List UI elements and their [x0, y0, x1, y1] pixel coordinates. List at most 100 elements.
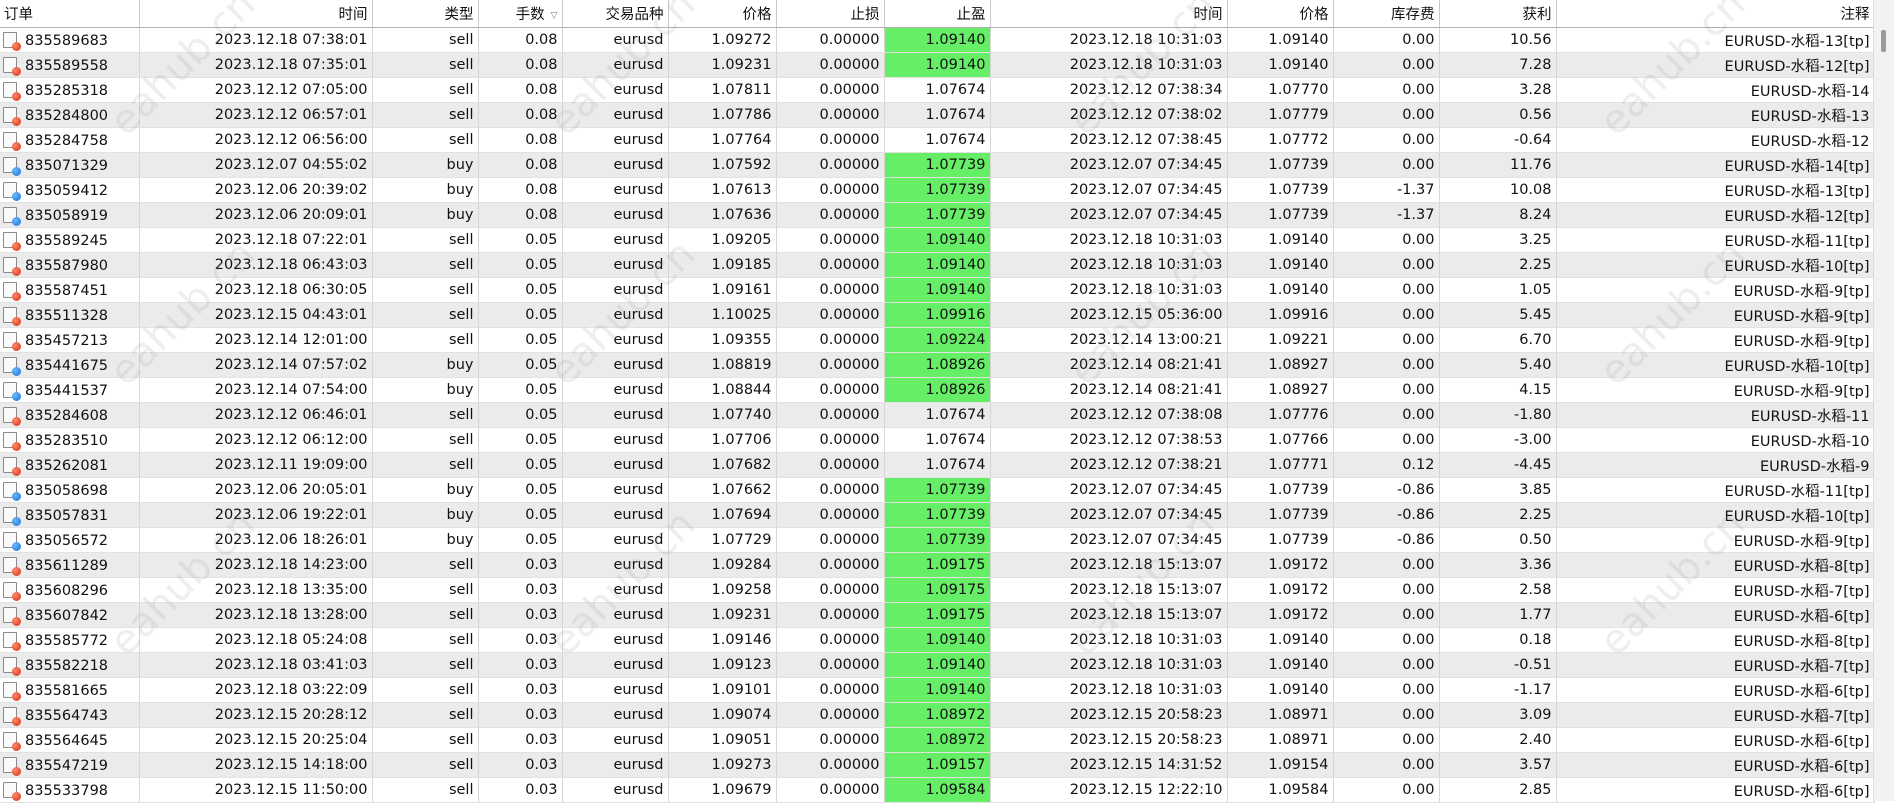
swap-cell: 0.00 — [1333, 52, 1440, 78]
type-cell: sell — [372, 227, 479, 253]
order-number: 835284800 — [25, 107, 109, 124]
open-time-cell: 2023.12.06 20:39:02 — [139, 177, 373, 203]
close-price-cell: 1.07776 — [1227, 402, 1334, 428]
column-header-type[interactable]: 类型 — [372, 0, 479, 28]
order-cell: 835056572 — [0, 527, 140, 553]
column-header-close-price[interactable]: 价格 — [1227, 0, 1334, 28]
table-row[interactable]: 835607842 2023.12.18 13:28:00 sell 0.03 euru… — [0, 602, 1875, 628]
symbol-cell: eurusd — [562, 752, 669, 778]
open-price-cell: 1.07729 — [668, 527, 777, 553]
take-profit-cell: 1.07739 — [884, 152, 991, 178]
take-profit-cell: 1.09584 — [884, 777, 991, 803]
table-row[interactable]: 835058919 2023.12.06 20:09:01 buy 0.08 eurus… — [0, 202, 1875, 228]
table-row[interactable]: 835611289 2023.12.18 14:23:00 sell 0.03 euru… — [0, 552, 1875, 578]
table-row[interactable]: 835059412 2023.12.06 20:39:02 buy 0.08 eurus… — [0, 177, 1875, 203]
comment-cell: EURUSD-水稻-9[tp] — [1556, 327, 1875, 353]
stop-loss-cell: 0.00000 — [776, 777, 885, 803]
sell-order-icon — [3, 656, 21, 676]
lots-cell: 0.05 — [478, 477, 563, 503]
table-row[interactable]: 835262081 2023.12.11 19:09:00 sell 0.05 euru… — [0, 452, 1875, 478]
table-row[interactable]: 835547219 2023.12.15 14:18:00 sell 0.03 euru… — [0, 752, 1875, 778]
table-row[interactable]: 835284800 2023.12.12 06:57:01 sell 0.08 euru… — [0, 102, 1875, 128]
table-row[interactable]: 835511328 2023.12.15 04:43:01 sell 0.05 euru… — [0, 302, 1875, 328]
take-profit-cell: 1.09140 — [884, 677, 991, 703]
table-row[interactable]: 835564743 2023.12.15 20:28:12 sell 0.03 euru… — [0, 702, 1875, 728]
close-time-cell: 2023.12.07 07:34:45 — [990, 152, 1228, 178]
table-row[interactable]: 835457213 2023.12.14 12:01:00 sell 0.05 euru… — [0, 327, 1875, 353]
table-row[interactable]: 835587980 2023.12.18 06:43:03 sell 0.05 euru… — [0, 252, 1875, 278]
order-type-dot-icon — [12, 466, 21, 476]
symbol-cell: eurusd — [562, 52, 669, 78]
symbol-cell: eurusd — [562, 77, 669, 103]
open-time-cell: 2023.12.18 07:22:01 — [139, 227, 373, 253]
lots-cell: 0.08 — [478, 127, 563, 153]
table-row[interactable]: 835608296 2023.12.18 13:35:00 sell 0.03 euru… — [0, 577, 1875, 603]
take-profit-cell: 1.09224 — [884, 327, 991, 353]
symbol-cell: eurusd — [562, 702, 669, 728]
stop-loss-cell: 0.00000 — [776, 177, 885, 203]
table-row[interactable]: 835441675 2023.12.14 07:57:02 buy 0.05 eurus… — [0, 352, 1875, 378]
stop-loss-cell: 0.00000 — [776, 277, 885, 303]
table-row[interactable]: 835058698 2023.12.06 20:05:01 buy 0.05 eurus… — [0, 477, 1875, 503]
scrollbar-thumb[interactable] — [1881, 30, 1886, 52]
close-time-cell: 2023.12.07 07:34:45 — [990, 502, 1228, 528]
order-cell: 835284800 — [0, 102, 140, 128]
column-header-comment[interactable]: 注释 — [1556, 0, 1875, 28]
swap-cell: -1.37 — [1333, 202, 1440, 228]
table-row[interactable]: 835589683 2023.12.18 07:38:01 sell 0.08 euru… — [0, 27, 1875, 53]
open-price-cell: 1.07682 — [668, 452, 777, 478]
table-row[interactable]: 835071329 2023.12.07 04:55:02 buy 0.08 eurus… — [0, 152, 1875, 178]
table-row[interactable]: 835441537 2023.12.14 07:54:00 buy 0.05 eurus… — [0, 377, 1875, 403]
comment-cell: EURUSD-水稻-10 — [1556, 427, 1875, 453]
table-row[interactable]: 835284608 2023.12.12 06:46:01 sell 0.05 euru… — [0, 402, 1875, 428]
close-time-cell: 2023.12.18 10:31:03 — [990, 677, 1228, 703]
close-price-cell: 1.07739 — [1227, 152, 1334, 178]
table-row[interactable]: 835057831 2023.12.06 19:22:01 buy 0.05 eurus… — [0, 502, 1875, 528]
column-header-symbol[interactable]: 交易品种 — [562, 0, 669, 28]
order-cell: 835057831 — [0, 502, 140, 528]
table-row[interactable]: 835284758 2023.12.12 06:56:00 sell 0.08 euru… — [0, 127, 1875, 153]
table-row[interactable]: 835587451 2023.12.18 06:30:05 sell 0.05 euru… — [0, 277, 1875, 303]
close-price-cell: 1.09172 — [1227, 577, 1334, 603]
table-row[interactable]: 835564645 2023.12.15 20:25:04 sell 0.03 euru… — [0, 727, 1875, 753]
column-header-open-time[interactable]: 时间 — [139, 0, 373, 28]
table-row[interactable]: 835585772 2023.12.18 05:24:08 sell 0.03 euru… — [0, 627, 1875, 653]
table-row[interactable]: 835283510 2023.12.12 06:12:00 sell 0.05 euru… — [0, 427, 1875, 453]
column-header-stop-loss[interactable]: 止损 — [776, 0, 885, 28]
close-time-cell: 2023.12.15 20:58:23 — [990, 727, 1228, 753]
table-row[interactable]: 835285318 2023.12.12 07:05:00 sell 0.08 euru… — [0, 77, 1875, 103]
close-time-cell: 2023.12.18 10:31:03 — [990, 277, 1228, 303]
profit-cell: 7.28 — [1439, 52, 1557, 78]
lots-cell: 0.03 — [478, 752, 563, 778]
table-row[interactable]: 835582218 2023.12.18 03:41:03 sell 0.03 euru… — [0, 652, 1875, 678]
column-header-profit[interactable]: 获利 — [1439, 0, 1557, 28]
column-header-lots[interactable]: 手数 ▽ — [478, 0, 563, 28]
table-row[interactable]: 835533798 2023.12.15 11:50:00 sell 0.03 euru… — [0, 777, 1875, 803]
close-price-cell: 1.09140 — [1227, 252, 1334, 278]
profit-cell: 3.28 — [1439, 77, 1557, 103]
column-header-close-time[interactable]: 时间 — [990, 0, 1228, 28]
type-cell: buy — [372, 502, 479, 528]
order-type-dot-icon — [12, 591, 21, 601]
order-type-dot-icon — [12, 366, 21, 376]
column-header-swap[interactable]: 库存费 — [1333, 0, 1440, 28]
column-header-open-price[interactable]: 价格 — [668, 0, 777, 28]
swap-cell: 0.00 — [1333, 152, 1440, 178]
stop-loss-cell: 0.00000 — [776, 502, 885, 528]
order-number: 835582218 — [25, 657, 109, 674]
table-row[interactable]: 835581665 2023.12.18 03:22:09 sell 0.03 euru… — [0, 677, 1875, 703]
open-time-cell: 2023.12.18 06:43:03 — [139, 252, 373, 278]
symbol-cell: eurusd — [562, 327, 669, 353]
table-row[interactable]: 835589558 2023.12.18 07:35:01 sell 0.08 euru… — [0, 52, 1875, 78]
table-row[interactable]: 835056572 2023.12.06 18:26:01 buy 0.05 eurus… — [0, 527, 1875, 553]
column-header-take-profit[interactable]: 止盈 — [884, 0, 991, 28]
order-cell: 835059412 — [0, 177, 140, 203]
vertical-scrollbar[interactable] — [1873, 0, 1894, 801]
open-price-cell: 1.07636 — [668, 202, 777, 228]
table-row[interactable]: 835589245 2023.12.18 07:22:01 sell 0.05 euru… — [0, 227, 1875, 253]
column-header-order[interactable]: 订单 — [0, 0, 140, 28]
comment-cell: EURUSD-水稻-6[tp] — [1556, 677, 1875, 703]
open-time-cell: 2023.12.12 06:56:00 — [139, 127, 373, 153]
open-time-cell: 2023.12.06 20:09:01 — [139, 202, 373, 228]
open-price-cell: 1.09051 — [668, 727, 777, 753]
